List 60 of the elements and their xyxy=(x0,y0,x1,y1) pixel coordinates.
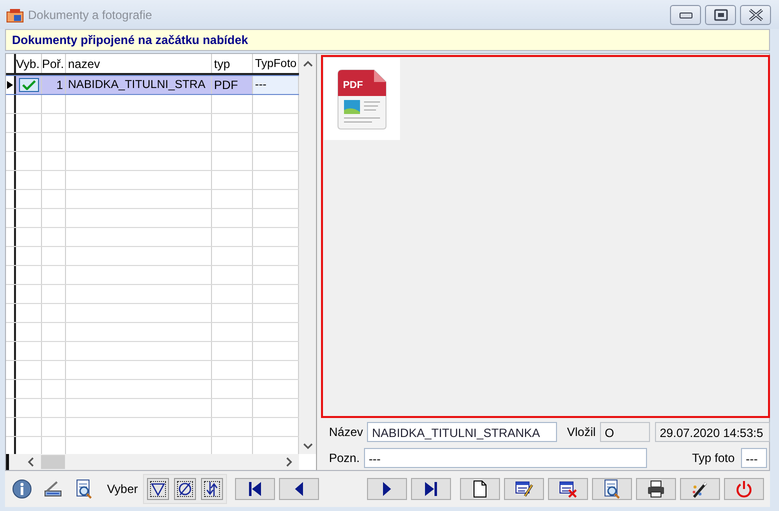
window-title: Dokumenty a fotografie xyxy=(28,8,152,22)
scroll-up-icon xyxy=(302,60,312,68)
info-icon xyxy=(12,479,32,499)
photo-type-field[interactable]: --- xyxy=(740,448,767,468)
pdf-file-icon: PDF xyxy=(336,68,388,130)
field-label: Vložil xyxy=(567,425,596,440)
last-record-button[interactable] xyxy=(410,478,451,500)
new-button[interactable] xyxy=(460,478,500,500)
print-button[interactable] xyxy=(636,478,676,500)
column-header[interactable]: Vyb. xyxy=(16,54,42,73)
table-cell: --- xyxy=(253,76,299,94)
close-icon xyxy=(748,8,764,20)
checkbox[interactable] xyxy=(18,78,38,92)
column-header[interactable]: nazev xyxy=(66,54,212,73)
date-field: 29.07.2020 14:53:5 xyxy=(654,422,770,442)
delete-button[interactable] xyxy=(548,478,588,500)
print-preview-button[interactable] xyxy=(592,478,632,500)
table-cell: NABIDKA_TITULNI_STRA xyxy=(66,76,212,94)
close-button[interactable] xyxy=(740,4,771,24)
note-field[interactable]: --- xyxy=(364,448,647,468)
info-button[interactable] xyxy=(11,478,33,500)
scroll-down-icon xyxy=(302,442,312,450)
table-cell: 1 xyxy=(42,76,66,94)
maximize-button[interactable] xyxy=(705,4,736,24)
next-record-button[interactable] xyxy=(366,478,407,500)
table-pencil-icon xyxy=(514,479,534,499)
document-thumbnail[interactable]: PDF xyxy=(324,58,400,140)
field-label: Pozn. xyxy=(329,451,360,466)
document-search-icon xyxy=(602,479,622,499)
filter-button[interactable] xyxy=(146,478,169,500)
edit-button[interactable] xyxy=(504,478,544,500)
column-header[interactable]: Poř. xyxy=(42,54,66,73)
minimize-icon xyxy=(678,10,692,18)
scrollbar-thumb[interactable] xyxy=(41,455,65,469)
field-label: Název xyxy=(329,425,364,440)
clear-filter-button[interactable] xyxy=(174,478,196,500)
scanner-icon xyxy=(43,479,63,499)
table-cell: PDF xyxy=(212,76,253,94)
scroll-right-icon xyxy=(285,457,293,467)
document-search-icon xyxy=(74,479,94,499)
restore-icon xyxy=(714,8,728,20)
inserted-by-field: O xyxy=(600,422,650,442)
invert-filter-button[interactable] xyxy=(200,478,223,500)
header-banner: Dokumenty připojené na začátku nabídek xyxy=(5,29,770,51)
horizontal-scrollbar[interactable] xyxy=(6,454,299,470)
minimize-button[interactable] xyxy=(670,4,701,24)
table-delete-icon xyxy=(558,479,578,499)
scroll-left-icon xyxy=(27,457,35,467)
vertical-scrollbar[interactable] xyxy=(299,54,316,454)
app-icon xyxy=(6,6,24,22)
first-record-button[interactable] xyxy=(234,478,275,500)
name-field[interactable]: NABIDKA_TITULNI_STRANKA xyxy=(367,422,558,442)
filter-label: Vyber xyxy=(107,482,138,496)
magic-wand-button[interactable] xyxy=(680,478,720,500)
power-icon xyxy=(734,479,754,499)
printer-icon xyxy=(646,479,666,499)
power-button[interactable] xyxy=(724,478,764,500)
column-header[interactable]: typ xyxy=(212,54,253,73)
field-label: Typ foto xyxy=(692,451,735,466)
previous-record-button[interactable] xyxy=(278,478,319,500)
